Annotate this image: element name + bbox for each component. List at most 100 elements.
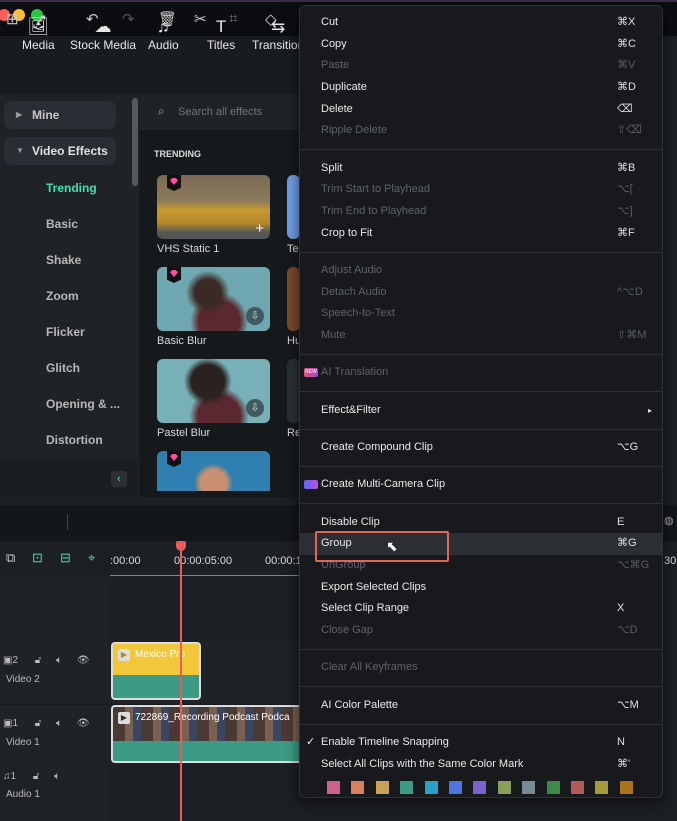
snap-icon[interactable]: ⌖ [88, 550, 95, 566]
transition-icon: ⇆ [271, 17, 286, 36]
undo-icon[interactable]: ↶ [86, 10, 99, 28]
menu-item-label: Create Multi-Camera Clip [321, 478, 446, 491]
menu-item-ai-color-palette[interactable]: AI Color Palette ⌥M [300, 695, 662, 717]
delete-icon[interactable]: 🗑︎ [158, 10, 177, 28]
menu-item-select-clip-range[interactable]: Select Clip Range X [300, 598, 662, 620]
scissors-icon[interactable]: ✂ [194, 10, 207, 28]
effect-card[interactable] [157, 451, 270, 491]
effect-card-basic-blur[interactable]: ⇩ [157, 267, 270, 331]
menu-shortcut: ⇧⌫ [617, 124, 642, 137]
lock-icon[interactable]: 🔓︎ [35, 718, 41, 729]
magnetic-icon[interactable]: ⊟ [60, 550, 71, 566]
sidebar-item-trending[interactable]: Trending [46, 181, 97, 195]
sidebar-scrollbar[interactable] [132, 98, 138, 186]
menu-item-export-selected-clips[interactable]: Export Selected Clips [300, 577, 662, 599]
color-mark-swatch[interactable] [400, 781, 414, 795]
search-bar: ⌕ [140, 94, 300, 130]
color-mark-swatch[interactable] [424, 781, 438, 795]
menu-item-detach-audio: Detach Audio ^⌥D [300, 282, 662, 304]
audio-wave-icon[interactable]: ◍ [664, 514, 674, 527]
tab-transition[interactable]: ⇆ Transition [252, 16, 304, 52]
speaker-icon[interactable]: 🔈︎ [56, 718, 62, 729]
color-mark-swatch[interactable] [595, 781, 609, 795]
menu-item-disable-clip[interactable]: Disable Clip E [300, 512, 662, 534]
add-icon[interactable]: + [255, 220, 264, 237]
color-mark-swatch[interactable] [327, 781, 340, 795]
collapse-sidebar-button[interactable]: ‹ [111, 471, 127, 487]
menu-shortcut: ⌫ [617, 102, 633, 115]
color-mark-swatch[interactable] [619, 781, 633, 795]
color-mark-swatch[interactable] [570, 781, 584, 795]
keyframe-icon[interactable]: ◇ [265, 10, 277, 28]
menu-item-copy[interactable]: Copy ⌘C [300, 34, 662, 56]
clip-podcast[interactable]: ▶ 722869_Recording Podcast Podca [111, 705, 306, 763]
menu-shortcut: E [617, 515, 625, 528]
sidebar-item-glitch[interactable]: Glitch [46, 361, 80, 375]
color-mark-swatch[interactable] [448, 781, 462, 795]
sidebar-item-distortion[interactable]: Distortion [46, 433, 103, 447]
menu-item-create-compound-clip[interactable]: Create Compound Clip ⌥G [300, 437, 662, 459]
menu-item-label: Detach Audio [321, 285, 387, 298]
menu-separator [300, 149, 662, 151]
menu-item-label: Select All Clips with the Same Color Mar… [321, 757, 524, 770]
menu-item-label: Ripple Delete [321, 124, 388, 137]
download-icon[interactable]: ⇩ [246, 399, 264, 417]
premium-gem-icon [167, 451, 181, 467]
menu-item-enable-timeline-snapping[interactable]: ✓ Enable Timeline Snapping N [300, 732, 662, 754]
color-mark-swatch[interactable] [546, 781, 560, 795]
speaker-icon[interactable]: 🔈︎ [56, 655, 62, 666]
search-input[interactable] [178, 102, 298, 122]
menu-shortcut: ⌥] [617, 205, 633, 218]
menu-item-cut[interactable]: Cut ⌘X [300, 12, 662, 34]
download-icon[interactable]: ⇩ [246, 307, 264, 325]
eye-icon[interactable]: 👁︎ [77, 655, 90, 666]
premium-gem-icon [167, 175, 181, 191]
sidebar-category-video-effects[interactable]: ▼ Video Effects [4, 137, 116, 165]
sidebar-item-flicker[interactable]: Flicker [46, 325, 85, 339]
link-clips-icon[interactable]: ⊡ [32, 550, 43, 566]
new-badge: NEW [304, 368, 318, 378]
clip-mexico[interactable]: ▶ Mexico Pro [111, 642, 201, 700]
color-mark-swatches [300, 775, 662, 799]
section-title: TRENDING [154, 149, 201, 159]
submenu-arrow-icon: ▸ [648, 405, 653, 415]
playhead[interactable] [180, 541, 182, 821]
eye-icon[interactable]: 👁︎ [77, 718, 90, 729]
color-mark-swatch[interactable] [473, 781, 487, 795]
sidebar-item-basic[interactable]: Basic [46, 217, 78, 231]
ruler-line [110, 575, 300, 576]
menu-item-select-all-clips-with-the-same-color-mark[interactable]: Select All Clips with the Same Color Mar… [300, 754, 662, 776]
sidebar-item-shake[interactable]: Shake [46, 253, 81, 267]
redo-icon[interactable]: ↷ [122, 10, 135, 28]
lock-icon[interactable]: 🔓︎ [33, 771, 39, 782]
lock-icon[interactable]: 🔓︎ [35, 655, 41, 666]
layout-icon[interactable]: ⊞ [6, 10, 19, 28]
color-mark-swatch[interactable] [497, 781, 511, 795]
add-track-icon[interactable]: ⧉ [6, 550, 15, 566]
select-tool-icon[interactable]: ➚ [35, 10, 48, 28]
color-mark-swatch[interactable] [375, 781, 389, 795]
sidebar-category-mine[interactable]: ▶ Mine [4, 101, 116, 129]
track-video-2-header: ▣2 🔓︎ 🔈︎ 👁︎ [3, 655, 90, 666]
speaker-icon[interactable]: 🔈︎ [54, 771, 60, 782]
crop-icon[interactable]: ⌗ [229, 10, 237, 27]
menu-item-label: Effect&Filter [321, 403, 381, 416]
menu-shortcut: ⌥⌘G [617, 558, 650, 571]
menu-separator [300, 391, 662, 393]
menu-item-crop-to-fit[interactable]: Crop to Fit ⌘F [300, 223, 662, 245]
effect-card-pastel-blur[interactable]: ⇩ [157, 359, 270, 423]
menu-item-create-multi-camera-clip[interactable]: Create Multi-Camera Clip [300, 474, 662, 496]
menu-item-delete[interactable]: Delete ⌫ [300, 99, 662, 121]
menu-item-duplicate[interactable]: Duplicate ⌘D [300, 77, 662, 99]
effect-card-vhs-static[interactable]: + [157, 175, 270, 239]
menu-shortcut: ⌘C [617, 37, 636, 50]
menu-item-effect-filter[interactable]: Effect&Filter ▸ [300, 400, 662, 422]
menu-shortcut: ⌘V [617, 59, 636, 72]
sidebar-item-opening[interactable]: Opening & ... [46, 397, 120, 411]
playhead-handle[interactable] [176, 541, 186, 551]
color-mark-swatch[interactable] [351, 781, 365, 795]
effect-label: VHS Static 1 [157, 243, 220, 255]
sidebar-item-zoom[interactable]: Zoom [46, 289, 79, 303]
color-mark-swatch[interactable] [522, 781, 536, 795]
menu-item-split[interactable]: Split ⌘B [300, 158, 662, 180]
